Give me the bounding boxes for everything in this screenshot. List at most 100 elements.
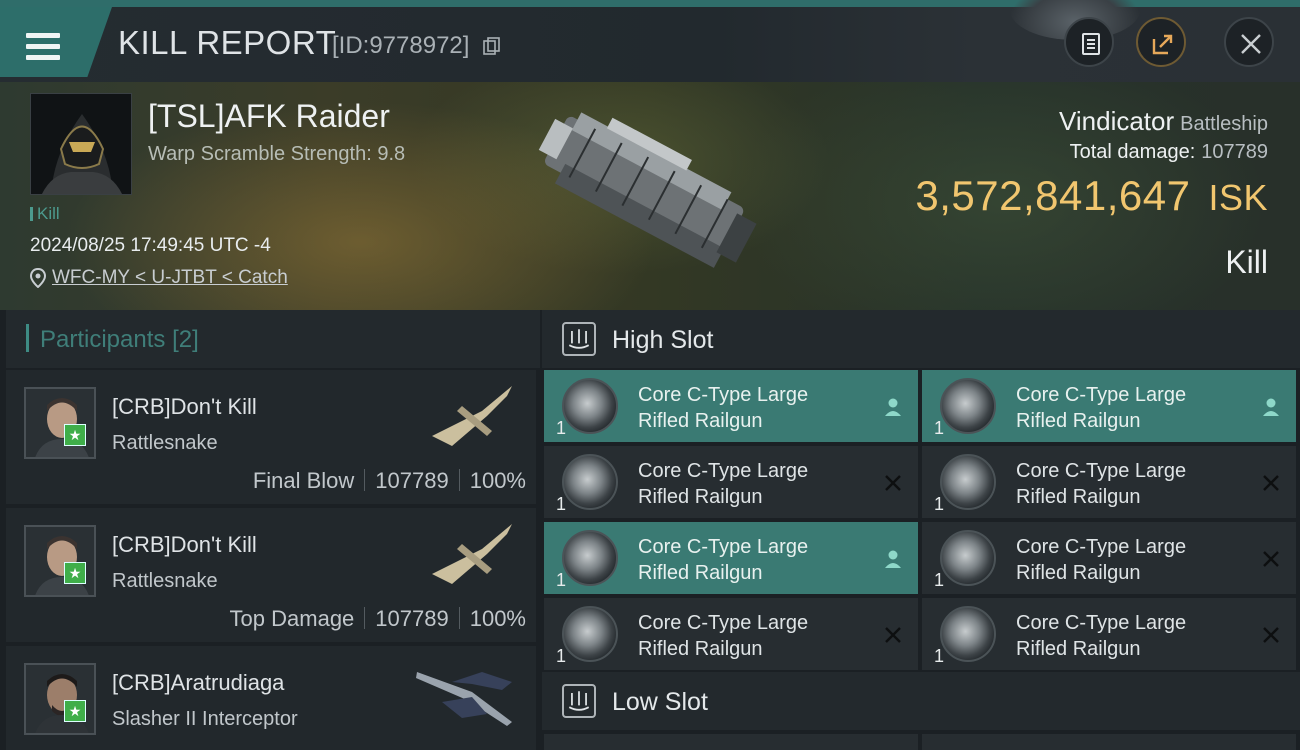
person-icon (885, 550, 901, 568)
clipboard-button[interactable] (1064, 17, 1114, 67)
participants-title-text: Participants (40, 326, 166, 353)
person-icon (885, 398, 901, 416)
participant-role: Top Damage (229, 606, 355, 631)
participant-row[interactable]: ★ [CRB]Don't Kill Rattlesnake Top Damage… (6, 508, 536, 642)
item-name-line1: Core C-Type Large (1016, 384, 1187, 406)
kill-result: Kill (1225, 244, 1268, 280)
railgun-icon (940, 378, 996, 434)
clipboard-icon (1082, 33, 1100, 55)
victim-pilot-name[interactable]: [TSL]AFK Raider (148, 98, 390, 135)
fitting-item[interactable]: 1 Core C-Type Large Rifled Railgun (544, 598, 918, 670)
item-quantity: 1 (934, 494, 945, 514)
victim-ship[interactable]: Vindicator Battleship (1059, 106, 1268, 137)
fitting-item[interactable]: 1 Core C-Type Large Rifled Railgun (544, 446, 918, 518)
low-slot-icon (562, 684, 596, 718)
isk-value: 3,572,841,647 ISK (915, 172, 1268, 220)
item-name: Core C-Type Large Rifled Railgun (1016, 534, 1246, 586)
participant-name: [CRB]Don't Kill (112, 532, 257, 557)
item-quantity: 1 (934, 418, 945, 438)
stats-separator (458, 607, 460, 629)
participants-count: [2] (172, 326, 199, 353)
participant-ship: Rattlesnake (112, 432, 218, 454)
item-name-line1: Core C-Type Large (638, 536, 809, 558)
item-name-line1: Core C-Type Large (1016, 612, 1187, 634)
kill-location-link[interactable]: WFC-MY < U-JTBT < Catch (52, 267, 288, 289)
participant-ship-icon (416, 672, 512, 726)
participant-row[interactable]: ★ [CRB]Don't Kill Rattlesnake Final Blow… (6, 370, 536, 504)
star-icon: ★ (64, 562, 86, 584)
participant-ship: Slasher II Interceptor (112, 708, 298, 730)
star-icon: ★ (64, 424, 86, 446)
participant-role: Final Blow (252, 468, 355, 493)
item-name: Core C-Type Large Rifled Railgun (638, 382, 868, 434)
fitting-item[interactable]: 1 Core C-Type Large Rifled Railgun (922, 446, 1296, 518)
item-name-line1: Core C-Type Large (638, 460, 809, 482)
item-name-line2: Rifled Railgun (638, 486, 763, 508)
fitting-item[interactable]: 1 Core C-Type Large Rifled Railgun (922, 598, 1296, 670)
participant-name: [CRB]Aratrudiaga (112, 670, 285, 695)
total-damage-label: Total damage: (1069, 141, 1196, 163)
menu-button[interactable] (0, 7, 112, 77)
close-button[interactable] (1224, 17, 1274, 67)
share-button[interactable] (1136, 17, 1186, 67)
railgun-icon (940, 530, 996, 586)
star-icon: ★ (64, 700, 86, 722)
participant-damage: 107789 (375, 606, 449, 631)
item-name-line2: Rifled Railgun (1016, 486, 1141, 508)
fitting-item[interactable]: 1 Core C-Type Large Rifled Railgun (922, 370, 1296, 442)
fitting-item[interactable]: 1 Core C-Type Large Rifled Railgun (544, 522, 918, 594)
destroyed-icon (1263, 475, 1279, 491)
location-pin-icon (30, 268, 46, 288)
kill-datetime: 2024/08/25 17:49:45 UTC -4 (30, 235, 271, 256)
fitting-slots-panel: High Slot 1 Core C-Type Large Rifled Rail… (542, 310, 1300, 750)
person-icon (1263, 398, 1279, 416)
item-name-line2: Rifled Railgun (1016, 410, 1141, 432)
total-damage: Total damage: 107789 (1070, 141, 1268, 164)
item-name-line2: Rifled Railgun (638, 410, 763, 432)
low-slot-header: Low Slot (542, 672, 1300, 730)
participants-header-bar (26, 324, 29, 352)
participant-ship-icon (432, 386, 512, 446)
participants-title: Participants [2] (40, 326, 199, 354)
railgun-icon (940, 606, 996, 662)
participant-ship-icon (432, 524, 512, 584)
total-damage-value: 107789 (1201, 141, 1268, 163)
stats-separator (364, 469, 366, 491)
participant-stats: Top Damage 107789 100% (230, 606, 526, 632)
destroyed-icon (1263, 627, 1279, 643)
item-name: Core C-Type Large Rifled Railgun (1016, 610, 1246, 662)
item-name: Core C-Type Large Rifled Railgun (638, 534, 868, 586)
item-quantity: 1 (934, 570, 945, 590)
item-name: Core C-Type Large Rifled Railgun (638, 458, 868, 510)
ship-name: Vindicator (1059, 106, 1175, 136)
fitting-item[interactable]: 1 Core C-Type Large Rifled Railgun (922, 522, 1296, 594)
item-name: Core C-Type Large Rifled Railgun (638, 610, 868, 662)
destroyed-icon (885, 627, 901, 643)
menu-icon (26, 33, 62, 61)
stats-separator (458, 469, 460, 491)
ship-class: Battleship (1180, 113, 1268, 135)
participants-panel: Participants [2] ★ [CRB]Don't Kill Rattl… (0, 310, 542, 750)
participant-row[interactable]: ★ [CRB]Aratrudiaga Slasher II Intercepto… (6, 646, 536, 750)
fitting-item[interactable]: 1 Core C-Type Large Rifled Railgun (544, 370, 918, 442)
item-quantity: 1 (556, 494, 567, 514)
destroyed-icon (1263, 551, 1279, 567)
fitting-item-partial[interactable] (922, 734, 1296, 750)
destroyed-icon (885, 475, 901, 491)
kill-tag: Kill (30, 204, 60, 224)
warp-scramble-strength: Warp Scramble Strength: 9.8 (148, 143, 406, 165)
high-slot-label: High Slot (612, 326, 714, 354)
participant-name: [CRB]Don't Kill (112, 394, 257, 419)
item-name-line2: Rifled Railgun (1016, 562, 1141, 584)
participant-percent: 100% (469, 606, 526, 631)
item-name-line2: Rifled Railgun (638, 562, 763, 584)
report-id: [ID:9778972] (332, 32, 470, 59)
avatar (24, 663, 96, 735)
railgun-icon (562, 530, 618, 586)
participant-damage: 107789 (375, 468, 449, 493)
item-name-line1: Core C-Type Large (638, 384, 809, 406)
copy-icon[interactable] (482, 36, 502, 56)
fitting-item-partial[interactable] (544, 734, 918, 750)
railgun-icon (562, 454, 618, 510)
share-icon (1152, 34, 1173, 55)
